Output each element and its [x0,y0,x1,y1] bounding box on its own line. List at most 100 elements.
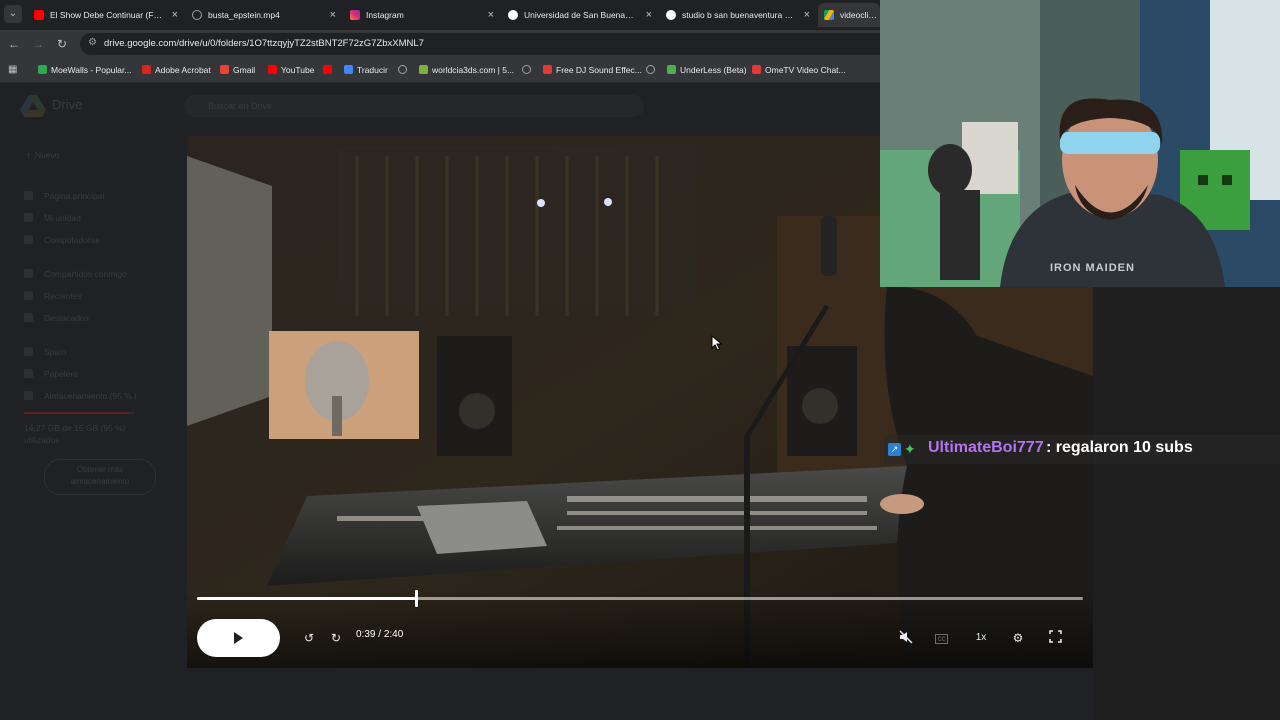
mute-icon[interactable] [898,630,914,646]
bookmark-gmail[interactable]: Gmail [220,58,255,82]
nav-storage[interactable]: Almacenamiento (95 % l [44,391,136,401]
chat-alert: ↗ ✦ UltimateBoi777 : regalaron 10 subs [884,435,1280,464]
tab-6-active[interactable]: videoclips - [818,3,880,27]
drive-brand: Drive [52,97,83,112]
bookmark-label: Adobe Acrobat [155,65,211,75]
nav-home[interactable]: Página principal [44,191,104,201]
bookmark-free-dj[interactable]: Free DJ Sound Effec... [543,58,642,82]
bookmark-youtube[interactable]: YouTube [268,58,314,82]
sub-gift-badge-icon: ↗ [888,443,901,456]
underless-icon [667,65,676,74]
home-icon [24,191,33,200]
seek-bar-handle[interactable] [415,590,419,607]
storage-bar [24,412,134,414]
drive-search-box[interactable]: Buscar en Drive [184,95,644,117]
youtube-icon [323,65,332,74]
forward-10-icon[interactable]: ↻ [328,630,344,646]
bookmark-globe[interactable] [398,58,411,82]
ometv-icon [752,65,761,74]
bookmark-adobe-acrobat[interactable]: Adobe Acrobat [142,58,211,82]
translate-icon [344,65,353,74]
mouse-cursor-icon [711,335,723,351]
instagram-favicon-icon [350,10,360,20]
bookmark-label: Gmail [233,65,256,75]
nav-recent[interactable]: Recientes [44,291,82,301]
more-storage-label: Obtener más almacenamiento [70,465,130,486]
captions-icon[interactable]: cc [935,634,948,644]
tab-1[interactable]: El Show Debe Continuar (Full A × [28,3,182,27]
bookmark-underless[interactable]: UnderLess (Beta) [667,58,747,82]
play-icon [234,632,243,644]
playback-speed[interactable]: 1x [973,630,989,646]
worldcia3ds-icon [419,65,428,74]
nav-trash[interactable]: Papelera [44,369,78,379]
new-button-label: Nuevo [34,150,60,160]
nav-spam[interactable]: Spam [44,347,66,357]
play-button[interactable] [197,619,280,657]
tab-4[interactable]: Universidad de San Buenavent × [502,3,656,27]
tab-3[interactable]: Instagram × [344,3,498,27]
tab-title: studio b san buenaventura me [682,10,794,20]
bookmark-worldcia3ds[interactable]: worldcia3ds.com | 5... [419,58,514,82]
shirt-text: IRON MAIDEN [1050,262,1135,274]
webcam-feed [880,0,1280,287]
rewind-10-icon[interactable]: ↺ [301,630,317,646]
bookmark-traducir[interactable]: Traducir [344,58,388,82]
webcam-overlay: IRON MAIDEN [880,0,1280,287]
bookmark-label: UnderLess (Beta) [680,65,747,75]
tab-title: Instagram [366,10,404,20]
bookmark-youtube-2[interactable] [323,58,336,82]
gmail-icon [220,65,229,74]
storage-subtext: utilizados [24,435,60,445]
nav-my-drive[interactable]: Mi unidad [44,213,81,223]
sparkle-badge-icon: ✦ [904,441,916,457]
bookmark-globe-2[interactable] [522,58,535,82]
site-info-icon[interactable]: ⚙ [88,38,98,48]
current-time: 0:39 [356,629,376,640]
my-drive-icon [24,213,33,222]
youtube-icon [268,65,277,74]
google-favicon-icon [508,10,518,20]
bookmark-label: Free DJ Sound Effec... [556,65,642,75]
tab-title: busta_epstein.mp4 [208,10,280,20]
close-tab-icon[interactable]: × [804,3,810,27]
acrobat-icon [142,65,151,74]
close-tab-icon[interactable]: × [172,3,178,27]
fullscreen-icon[interactable] [1047,630,1063,646]
nav-shared[interactable]: Compartidos conmigo [44,269,127,279]
bookmark-moewalls[interactable]: MoeWalls - Popular... [38,58,131,82]
globe-icon [398,65,407,74]
seek-bar[interactable] [197,590,1083,607]
forward-icon[interactable]: → [30,36,46,52]
new-button[interactable]: ＋ Nuevo [24,149,59,161]
duration: 2:40 [383,629,404,640]
tab-title: El Show Debe Continuar (Full A [50,10,162,20]
tab-search-button[interactable]: ⌄ [4,5,22,23]
reload-icon[interactable]: ↻ [54,36,70,52]
apps-grid-icon[interactable]: ▦ [8,65,18,75]
nav-computers[interactable]: Computadoras [44,235,100,245]
shared-icon [24,269,33,278]
bookmark-globe-3[interactable] [646,58,659,82]
back-icon[interactable]: ← [6,36,22,52]
tab-2[interactable]: busta_epstein.mp4 × [186,3,340,27]
globe-icon [522,65,531,74]
youtube-favicon-icon [34,10,44,20]
spam-icon [24,347,33,356]
google-drive-favicon-icon [824,10,834,20]
globe-icon [646,65,655,74]
fullscreen-glyph-icon [1048,630,1062,643]
more-storage-button[interactable]: Obtener más almacenamiento [44,459,156,495]
moewalls-icon [38,65,47,74]
bookmark-label: Traducir [357,65,388,75]
recent-icon [24,291,33,300]
close-tab-icon[interactable]: × [646,3,652,27]
close-tab-icon[interactable]: × [330,3,336,27]
settings-gear-icon[interactable]: ⚙ [1010,630,1026,646]
bookmark-label: MoeWalls - Popular... [51,65,132,75]
drive-sidebar: Drive ＋ Nuevo Página principal Mi unidad… [0,83,180,720]
tab-5[interactable]: studio b san buenaventura me × [660,3,814,27]
nav-starred[interactable]: Destacados [44,313,89,323]
bookmark-ometv[interactable]: OmeTV Video Chat... [752,58,846,82]
close-tab-icon[interactable]: × [488,3,494,27]
